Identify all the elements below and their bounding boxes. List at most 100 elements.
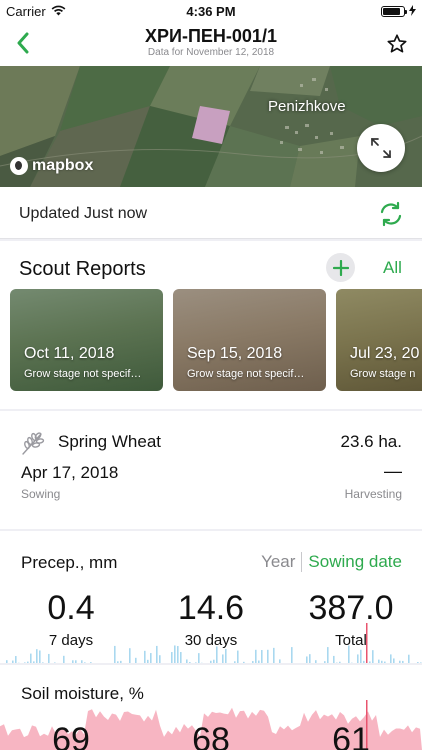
sparkline-bar [252,661,254,663]
sparkline-bar [369,661,371,663]
sparkline-bar [273,647,275,663]
soil-value: 69 [52,721,90,750]
sparkline-bar [210,660,212,663]
battery-fill [383,8,400,15]
sparkline-bar [24,662,26,663]
sparkline-bar [189,662,191,663]
sparkline-bar [339,661,341,663]
field-title: ХРИ-ПЕН-001/1 [145,26,277,46]
crop-info-section: Spring Wheat 23.6 ha. Apr 17, 2018 — Sow… [0,411,422,529]
back-button[interactable] [8,26,38,60]
expand-arrows-icon [371,138,391,158]
sparkline-bar [6,660,8,663]
sparkline-bar [402,660,404,663]
sparkline-bar [393,658,395,663]
add-scout-report-button[interactable] [326,253,355,282]
scout-report-carousel[interactable]: Oct 11, 2018 Grow stage not specif… Sep … [10,289,422,391]
sparkline-bar [171,652,173,663]
sparkline-bar [30,653,32,663]
favorite-button[interactable] [382,28,412,60]
sparkline-bar [63,655,65,663]
stat-value: 387.0 [308,589,394,627]
precip-stat-total: 387.0 Total [291,589,411,649]
sparkline-bar [48,653,50,663]
sparkline-bar [225,649,227,663]
soil-value: 61 [332,721,370,750]
crop-name: Spring Wheat [58,432,161,451]
stat-label: Total [335,632,367,649]
section-title: Precep., mm [21,553,118,572]
star-outline-icon [387,34,407,53]
sparkline-bar [120,660,122,663]
scout-report-card[interactable]: Jul 23, 20 Grow stage n [336,289,422,391]
sparkline-bar [357,654,359,663]
sparkline-bar [186,659,188,663]
chevron-left-icon [17,32,29,54]
status-bar: Carrier 4:36 PM [0,0,422,22]
sparkline-bar [372,650,374,663]
scout-report-card[interactable]: Oct 11, 2018 Grow stage not specif… [10,289,163,391]
sparkline-bar [81,660,83,663]
sparkline-bar [36,649,38,663]
sparkline-bar [315,660,317,663]
sparkline-bar [234,661,236,663]
all-reports-link[interactable]: All [383,258,402,278]
sparkline-bar [159,655,161,663]
plus-icon [332,259,349,276]
sparkline-bar [333,655,335,663]
stat-label: 30 days [184,632,238,649]
mapbox-logo-icon [10,157,28,175]
report-grow-stage: Grow stage not specif… [24,368,142,380]
sparkline-bar [237,650,239,663]
precip-stat-7days: 0.4 7 days [11,589,131,649]
sparkline-bar [222,654,224,663]
sparkline-bar [75,660,77,663]
navigation-bar: ХРИ-ПЕН-001/1 Data for November 12, 2018 [0,22,422,66]
sowing-date-option[interactable]: Sowing date [302,552,402,572]
year-option[interactable]: Year [261,552,303,572]
sowing-label: Sowing [21,487,61,501]
sparkline-bar [261,650,263,663]
sparkline-bar [39,650,41,663]
mapbox-logo-text: mapbox [32,157,94,174]
update-status-text: Updated Just now [19,205,148,222]
sparkline-bar [279,659,281,663]
soil-moisture-section: Soil moisture, % 69 68 61 [0,665,422,750]
sparkline-bar [150,653,152,663]
map-place-label: Penizhkove [268,98,346,115]
field-map[interactable]: Penizhkove mapbox [0,66,422,187]
battery-icon [381,6,407,17]
stat-value: 0.4 [47,589,95,627]
wheat-icon [22,432,45,455]
sparkline-bar [399,660,401,663]
sparkline-bar [258,660,260,663]
sparkline-bar [147,659,149,663]
sparkline-bar [378,659,380,663]
clock: 4:36 PM [186,4,236,19]
sparkline-bar [135,657,137,663]
harvest-label: Harvesting [344,487,402,501]
stat-value: 14.6 [177,589,245,627]
sparkline-bar [417,662,419,663]
sparkline-bar [90,662,92,663]
expand-map-button[interactable] [357,124,405,172]
sparkline-bar [327,647,329,663]
sparkline-bar [117,661,119,663]
sparkline-bar [72,660,74,663]
sparkline-bar [54,662,56,663]
sparkline-bar [408,654,410,663]
refresh-icon[interactable] [378,201,404,227]
scout-report-card[interactable]: Sep 15, 2018 Grow stage not specif… [173,289,326,391]
sparkline-bar [267,649,269,663]
soil-value: 68 [192,721,230,750]
sparkline-bar [42,662,44,663]
sparkline-bar [213,659,215,663]
sparkline-bar [243,661,245,663]
sparkline-bar [306,656,308,663]
sparkline-bar [180,652,182,663]
sparkline-bar [12,660,14,663]
sparkline-bar [15,656,17,663]
period-selector: Year Sowing date [261,552,402,572]
sparkline-bar [363,660,365,663]
report-grow-stage: Grow stage not specif… [187,368,305,380]
